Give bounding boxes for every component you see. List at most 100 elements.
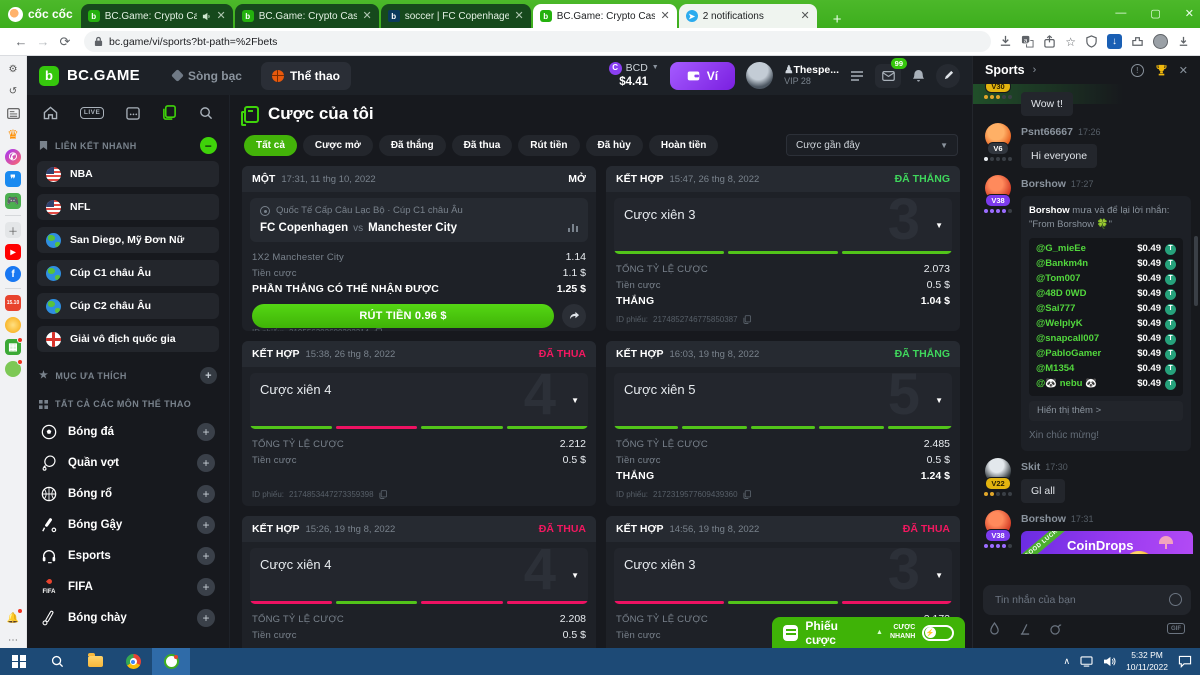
rain-username[interactable]: @PabloGamer: [1036, 347, 1137, 361]
quick-bet-toggle[interactable]: ⚡: [922, 625, 954, 641]
schedule-icon[interactable]: [126, 106, 140, 120]
add-sport-button[interactable]: +: [197, 578, 215, 596]
extensions-icon[interactable]: [1131, 35, 1144, 48]
betslip-bar[interactable]: Phiếu cược ▲ CƯỢC NHANH ⚡: [772, 617, 965, 648]
bet-list-icon[interactable]: [850, 70, 864, 82]
chat-toggle-button[interactable]: [936, 64, 960, 88]
notification-bell-icon[interactable]: 🔔: [5, 610, 21, 626]
sidebar-item-nba[interactable]: NBA: [37, 161, 219, 187]
my-bets-icon[interactable]: [162, 105, 177, 120]
nav-casino[interactable]: Sòng bạc: [162, 62, 253, 90]
trophy-icon[interactable]: [1155, 64, 1168, 77]
add-sport-button[interactable]: +: [197, 454, 215, 472]
tab-notifications[interactable]: ➤ 2 notifications ✕: [679, 4, 817, 28]
sidebar-item-national-league[interactable]: Giải vô địch quốc gia: [37, 326, 219, 352]
sort-dropdown[interactable]: Cược gần đây ▼: [786, 134, 958, 156]
gift-icon[interactable]: ▦: [5, 339, 21, 355]
messenger-icon[interactable]: ✆: [5, 149, 21, 165]
shield-icon[interactable]: [1085, 35, 1098, 48]
close-button[interactable]: ✕: [1185, 7, 1194, 20]
chat-username[interactable]: Skit: [1021, 461, 1040, 473]
coindrops-banner[interactable]: GOOD LUCK CoinDrops Good Luck! Grab: [1021, 531, 1193, 554]
minimize-button[interactable]: —: [1115, 7, 1126, 19]
chat-app-icon[interactable]: ❞: [5, 171, 21, 187]
filter-lost[interactable]: Đã thua: [452, 135, 513, 156]
rain-username[interactable]: @Tom007: [1036, 272, 1137, 286]
tab-close-icon[interactable]: ✕: [362, 11, 371, 22]
coin-reward-icon[interactable]: [5, 317, 21, 333]
filter-cancelled[interactable]: Đã hủy: [586, 135, 643, 156]
bomb-icon[interactable]: [1050, 623, 1062, 635]
add-favorite-button[interactable]: +: [200, 367, 217, 384]
translate-icon[interactable]: a: [1021, 35, 1034, 48]
clock[interactable]: 5:32 PM 10/11/2022: [1126, 650, 1168, 672]
add-sport-button[interactable]: +: [197, 423, 215, 441]
chrome-icon[interactable]: [114, 648, 152, 675]
combo-expander[interactable]: Cược xiên 5 5 ▼: [614, 373, 952, 429]
newsfeed-icon[interactable]: [5, 105, 21, 121]
copy-icon[interactable]: [379, 490, 387, 499]
sidebar-item-san-diego[interactable]: San Diego, Mỹ Đơn Nữ: [37, 227, 219, 253]
coccoc-taskbar-icon[interactable]: [152, 648, 190, 675]
settings-gear-icon[interactable]: ⚙: [5, 61, 21, 77]
sale-1510-icon[interactable]: 15.10: [5, 295, 21, 311]
user-info[interactable]: ♟Thespe... VIP 28: [784, 64, 839, 87]
home-icon[interactable]: [43, 106, 58, 120]
maximize-button[interactable]: ▢: [1150, 7, 1160, 20]
history-icon[interactable]: ↺: [5, 83, 21, 99]
forward-button[interactable]: →: [32, 34, 54, 49]
tab-bcgame-1[interactable]: b BC.Game: Crypto Casino ✕: [81, 4, 233, 28]
search-icon[interactable]: [199, 106, 213, 120]
nav-sports[interactable]: Thể thao: [261, 62, 351, 90]
bell-icon[interactable]: [912, 69, 925, 83]
combo-expander[interactable]: Cược xiên 4 4 ▼: [250, 373, 588, 429]
gif-icon[interactable]: GIF: [1167, 623, 1185, 634]
tab-bcgame-2[interactable]: b BC.Game: Crypto Casino Gam ✕: [235, 4, 379, 28]
bcgame-logo-icon[interactable]: b: [39, 66, 59, 86]
sidebar-item-cup-c2[interactable]: Cúp C2 châu Âu: [37, 293, 219, 319]
rain-username[interactable]: @WelplyK: [1036, 317, 1137, 331]
filter-cashout[interactable]: Rút tiền: [518, 135, 579, 156]
share-bet-button[interactable]: [562, 304, 586, 328]
chevron-right-icon[interactable]: ›: [1033, 64, 1037, 76]
sidebar-sport-cricket[interactable]: Bóng Gậy+: [27, 509, 229, 540]
sidebar-sport-fifa[interactable]: FIFA FIFA+: [27, 571, 229, 602]
save-icon[interactable]: [999, 35, 1012, 48]
stats-icon[interactable]: [568, 224, 578, 232]
user-avatar[interactable]: [746, 62, 773, 89]
chat-username[interactable]: Borshow: [1021, 513, 1066, 525]
sidebar-sport-esports[interactable]: Esports+: [27, 540, 229, 571]
download-extension-icon[interactable]: ↓: [1107, 34, 1122, 49]
sidebar-sport-tennis[interactable]: Quần vợt+: [27, 447, 229, 478]
rain-username[interactable]: @M1354: [1036, 362, 1137, 376]
tab-close-icon[interactable]: ✕: [216, 11, 225, 22]
filter-all[interactable]: Tất cả: [244, 135, 297, 156]
chat-username[interactable]: Borshow: [1021, 178, 1066, 190]
collapse-quick-links-button[interactable]: −: [200, 137, 217, 154]
chat-scrollbar[interactable]: [1194, 236, 1198, 306]
add-sport-button[interactable]: +: [197, 485, 215, 503]
combo-expander[interactable]: Cược xiên 3 3 ▼: [614, 198, 952, 254]
promo-icon[interactable]: [5, 361, 21, 377]
wallet-button[interactable]: Ví: [670, 62, 735, 90]
downloads-icon[interactable]: [1177, 35, 1190, 48]
sidebar-sport-soccer[interactable]: Bóng đá+: [27, 416, 229, 447]
url-box[interactable]: bc.game/vi/sports?bt-path=%2Fbets: [84, 31, 991, 52]
add-sport-button[interactable]: +: [197, 609, 215, 627]
tab-bcgame-active[interactable]: b BC.Game: Crypto Casino Gan ✕: [533, 4, 677, 28]
slash-command-icon[interactable]: [1019, 623, 1031, 635]
sidebar-item-cup-c1[interactable]: Cúp C1 châu Âu: [37, 260, 219, 286]
file-explorer-icon[interactable]: [76, 648, 114, 675]
emoji-icon[interactable]: [1169, 593, 1182, 606]
games-icon[interactable]: 🎮: [5, 193, 21, 209]
filter-open[interactable]: Cược mở: [303, 135, 373, 156]
bookmark-star-icon[interactable]: ☆: [1065, 35, 1076, 49]
rain-username[interactable]: @snapcall007: [1036, 332, 1137, 346]
add-sport-button[interactable]: +: [197, 516, 215, 534]
tab-audio-icon[interactable]: [202, 12, 211, 21]
rain-username[interactable]: @48D 0WD: [1036, 287, 1137, 301]
action-center-icon[interactable]: [1178, 655, 1192, 668]
combo-expander[interactable]: Cược xiên 4 4 ▼: [250, 548, 588, 604]
add-shortcut-icon[interactable]: ＋: [5, 222, 21, 238]
network-icon[interactable]: [1080, 656, 1093, 667]
